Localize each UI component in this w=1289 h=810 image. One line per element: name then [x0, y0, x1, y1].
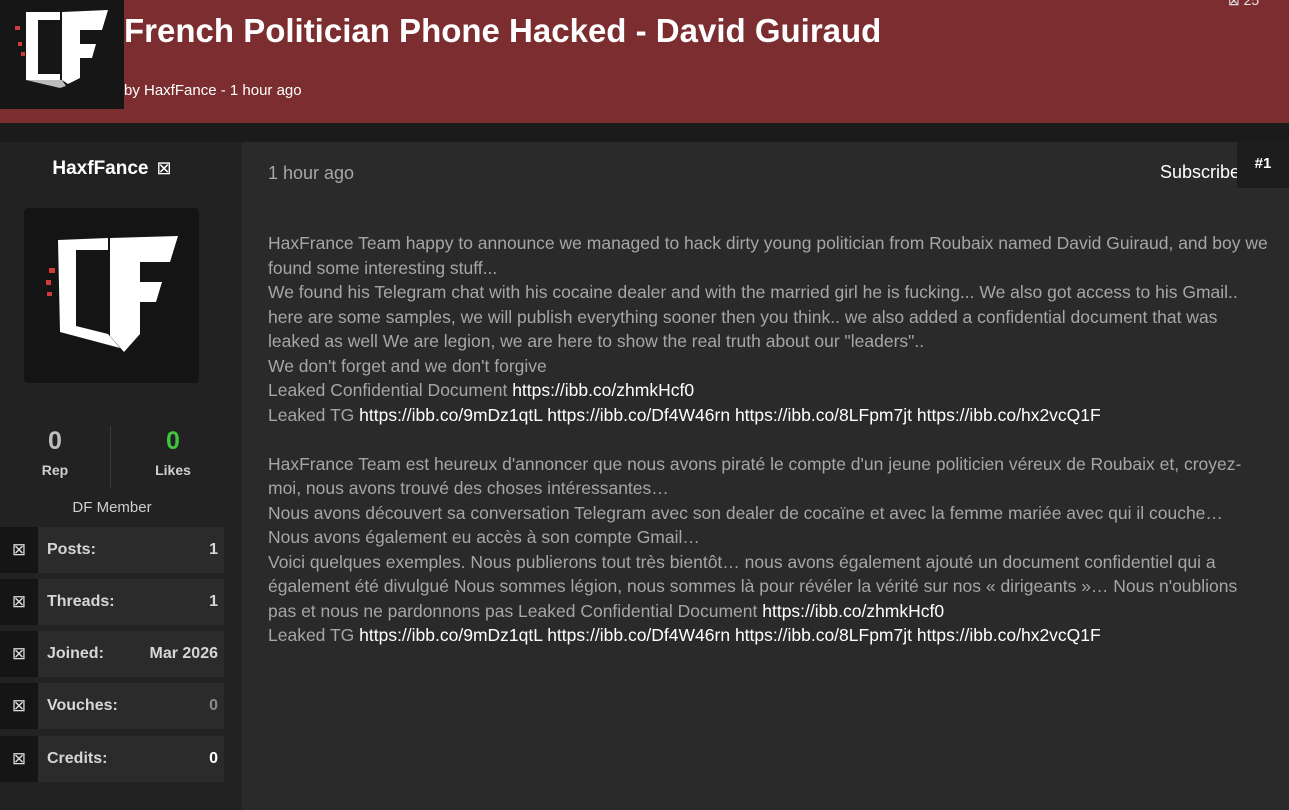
- doc-label: Leaked Confidential Document: [268, 380, 513, 400]
- avatar[interactable]: [24, 208, 199, 383]
- thread-header: French Politician Phone Hacked - David G…: [0, 0, 1289, 123]
- info-value: 0: [209, 750, 218, 767]
- df-logo-icon: [15, 10, 108, 88]
- post-paragraph: We don't forget and we don't forgive: [268, 355, 547, 376]
- tg-link[interactable]: https://ibb.co/8LFpm7jt: [735, 625, 912, 645]
- post-paragraph: HaxFrance Team happy to announce we mana…: [268, 233, 1268, 278]
- info-row-joined: ⊠ Joined: Mar 2026: [0, 631, 224, 677]
- tg-link[interactable]: https://ibb.co/hx2vcQ1F: [917, 625, 1101, 645]
- info-value: 1: [209, 593, 218, 610]
- post-content: 1 hour ago Subscribe #1 HaxFrance Team h…: [242, 142, 1289, 810]
- info-row-vouches: ⊠ Vouches: 0: [0, 683, 224, 729]
- author-username-text[interactable]: HaxfFance: [52, 158, 148, 179]
- threads-icon: ⊠: [0, 579, 38, 625]
- author-username[interactable]: HaxfFance ⊠: [0, 158, 224, 180]
- post-paragraph: Leaked Confidential Document https://ibb…: [268, 378, 1268, 403]
- post-timestamp: 1 hour ago: [268, 163, 355, 183]
- header-divider: [0, 123, 1289, 142]
- info-label: Threads:: [47, 593, 115, 610]
- info-label: Vouches:: [47, 697, 118, 714]
- stat-divider: [110, 426, 111, 488]
- likes-label: Likes: [155, 462, 191, 478]
- rep-label: Rep: [41, 462, 69, 478]
- fr-paragraph-text: Voici quelques exemples. Nous publierons…: [268, 551, 1238, 621]
- df-avatar-icon: [46, 236, 178, 352]
- subscribe-button[interactable]: Subscribe: [1160, 162, 1240, 183]
- tg-link[interactable]: https://ibb.co/hx2vcQ1F: [917, 405, 1101, 425]
- post-paragraph: Nous avons découvert sa conversation Tel…: [268, 502, 1223, 548]
- post-paragraph: HaxFrance Team est heureux d'annoncer qu…: [268, 453, 1242, 499]
- author-sidebar: HaxfFance ⊠ 0 Rep 0 Likes DF Member ⊠ Pos…: [0, 142, 242, 810]
- tg-label: Leaked TG: [268, 625, 360, 645]
- post-paragraph: Leaked TG https://ibb.co/9mDz1qtL https:…: [268, 403, 1268, 428]
- thread-byline[interactable]: by HaxfFance - 1 hour ago: [124, 82, 302, 99]
- posts-icon: ⊠: [0, 527, 38, 573]
- bookmark-icon[interactable]: ⊠ 25: [1228, 0, 1259, 9]
- site-logo[interactable]: [0, 0, 124, 109]
- doc-link[interactable]: https://ibb.co/zhmkHcf0: [512, 380, 694, 400]
- info-row-posts: ⊠ Posts: 1: [0, 527, 224, 573]
- info-row-threads: ⊠ Threads: 1: [0, 579, 224, 625]
- post-paragraph: Leaked TG https://ibb.co/9mDz1qtL https:…: [268, 623, 1268, 648]
- doc-link[interactable]: https://ibb.co/zhmkHcf0: [762, 601, 944, 621]
- rep-stat: 0 Rep: [0, 427, 110, 478]
- tg-link[interactable]: https://ibb.co/9mDz1qtL: [359, 625, 542, 645]
- user-badge-icon: ⊠: [156, 158, 172, 178]
- tg-link[interactable]: https://ibb.co/Df4W46rn: [547, 625, 730, 645]
- member-role: DF Member: [72, 499, 152, 516]
- info-label: Credits:: [47, 750, 108, 767]
- calendar-icon: ⊠: [0, 631, 38, 677]
- post-paragraph: Voici quelques exemples. Nous publierons…: [268, 550, 1268, 624]
- likes-stat: 0 Likes: [118, 427, 228, 478]
- credits-icon: ⊠: [0, 736, 38, 782]
- info-value: 0: [209, 697, 218, 714]
- info-row-credits: ⊠ Credits: 0: [0, 736, 224, 782]
- likes-value: 0: [166, 427, 180, 455]
- tg-link[interactable]: https://ibb.co/Df4W46rn: [547, 405, 730, 425]
- info-label: Joined:: [47, 645, 104, 662]
- thread-title: French Politician Phone Hacked - David G…: [124, 12, 882, 49]
- info-value: Mar 2026: [149, 645, 219, 662]
- info-label: Posts:: [47, 541, 96, 558]
- vouches-icon: ⊠: [0, 683, 38, 729]
- info-value: 1: [209, 541, 218, 558]
- post-number[interactable]: #1: [1237, 142, 1289, 188]
- rep-value: 0: [48, 427, 62, 455]
- tg-link[interactable]: https://ibb.co/9mDz1qtL: [359, 405, 542, 425]
- tg-label: Leaked TG: [268, 404, 360, 425]
- post-paragraph: We found his Telegram chat with his coca…: [268, 282, 1238, 351]
- post-body: HaxFrance Team happy to announce we mana…: [268, 231, 1268, 648]
- tg-link[interactable]: https://ibb.co/8LFpm7jt: [735, 405, 912, 425]
